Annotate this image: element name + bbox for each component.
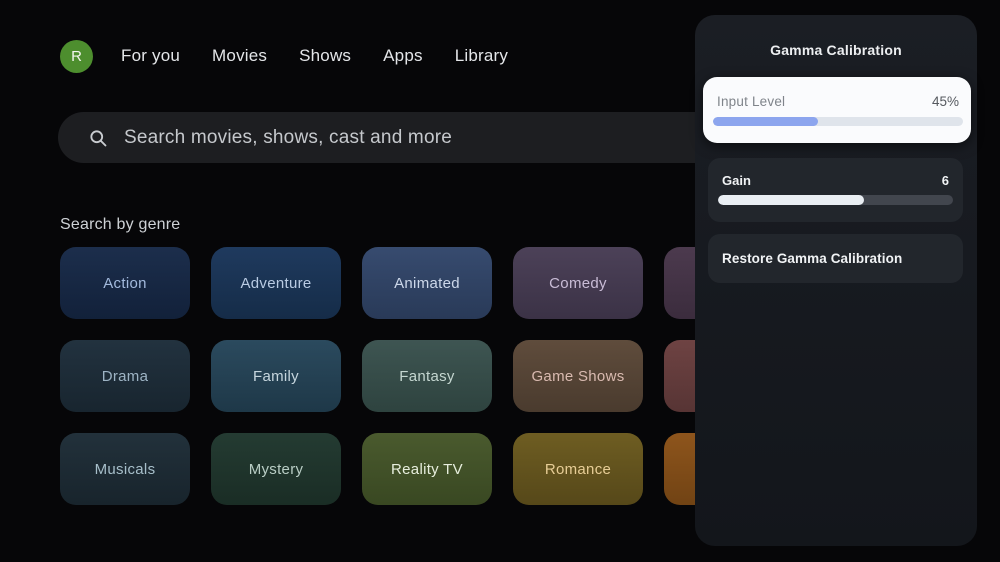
gain-value: 6	[941, 173, 949, 188]
profile-avatar[interactable]: R	[60, 39, 93, 73]
genre-tile-action[interactable]: Action	[60, 247, 190, 319]
restore-gamma-button[interactable]: Restore Gamma Calibration	[708, 234, 963, 283]
genre-tile-family[interactable]: Family	[211, 340, 341, 412]
gamma-calibration-panel: Gamma Calibration Input Level 45% Gain 6…	[695, 15, 977, 546]
gain-fill	[718, 195, 864, 205]
genre-tile-fantasy[interactable]: Fantasy	[362, 340, 492, 412]
genre-tile-label: Fantasy	[399, 367, 455, 385]
genre-tile-label: Romance	[544, 460, 612, 478]
genre-tile-label: Game Shows	[531, 367, 625, 385]
genre-tile-adventure[interactable]: Adventure	[211, 247, 341, 319]
genre-tile-mystery[interactable]: Mystery	[211, 433, 341, 505]
genre-tile-label: Comedy	[549, 274, 607, 292]
gain-label: Gain	[722, 173, 751, 188]
nav-items: For you Movies Shows Apps Library	[121, 46, 508, 66]
nav-item-shows[interactable]: Shows	[299, 46, 351, 66]
gain-slider[interactable]: Gain 6	[708, 158, 963, 222]
genre-tile-comedy[interactable]: Comedy	[513, 247, 643, 319]
nav-item-apps[interactable]: Apps	[383, 46, 423, 66]
google-tv-search-screen: R For you Movies Shows Apps Library Search m…	[0, 0, 1000, 562]
gain-track	[718, 195, 953, 205]
genre-tile-label: Drama	[101, 367, 149, 385]
genre-tile-label: Reality TV	[391, 460, 463, 478]
genre-tile-drama[interactable]: Drama	[60, 340, 190, 412]
panel-title: Gamma Calibration	[770, 42, 902, 58]
input-level-value: 45%	[931, 94, 959, 109]
input-level-label: Input Level	[717, 94, 786, 109]
genre-tile-label: Animated	[394, 274, 460, 292]
genre-tile-label: Action	[103, 274, 147, 292]
nav-item-movies[interactable]: Movies	[212, 46, 267, 66]
restore-gamma-label: Restore Gamma Calibration	[722, 251, 903, 266]
nav-item-for-you[interactable]: For you	[121, 46, 180, 66]
top-navigation: R For you Movies Shows Apps Library	[60, 39, 508, 73]
genre-tile-game-shows[interactable]: Game Shows	[513, 340, 643, 412]
input-level-track	[713, 117, 963, 126]
genre-tile-romance[interactable]: Romance	[513, 433, 643, 505]
genre-tile-musicals[interactable]: Musicals	[60, 433, 190, 505]
genre-tile-label: Adventure	[240, 274, 312, 292]
nav-item-library[interactable]: Library	[455, 46, 508, 66]
input-level-fill	[713, 117, 818, 126]
input-level-slider[interactable]: Input Level 45%	[703, 77, 971, 143]
genre-tile-animated[interactable]: Animated	[362, 247, 492, 319]
genre-tile-label: Musicals	[94, 460, 156, 478]
genre-tile-reality-tv[interactable]: Reality TV	[362, 433, 492, 505]
genre-tile-label: Mystery	[248, 460, 304, 478]
genre-tile-label: Family	[253, 367, 299, 385]
